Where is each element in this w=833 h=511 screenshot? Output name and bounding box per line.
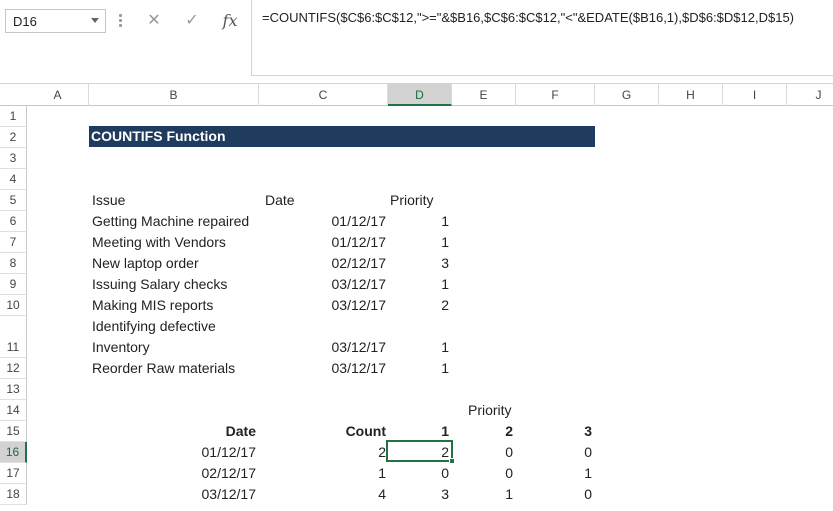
issue-cell-line1[interactable]: Identifying defective [92,316,216,337]
priority-cell[interactable]: 1 [388,211,449,232]
summary-p2-cell[interactable]: 0 [452,442,513,463]
column-header-i[interactable]: I [723,84,787,106]
column-header-d[interactable]: D [388,84,452,106]
priority-cell[interactable]: 1 [388,232,449,253]
chevron-down-icon[interactable] [91,18,99,23]
issue-cell[interactable]: Issuing Salary checks [92,274,227,295]
summary-p1-cell[interactable]: 0 [388,463,449,484]
date-cell[interactable]: 03/12/17 [259,337,387,358]
row-header-11[interactable]: 11 [0,316,27,358]
issue-cell[interactable]: New laptop order [92,253,199,274]
column-header-e[interactable]: E [452,84,516,106]
priority-cell[interactable]: 2 [388,295,449,316]
formula-buttons: ✕ ✓ fx [138,9,248,33]
drag-handle-icon[interactable] [116,12,124,30]
date-cell[interactable]: 03/12/17 [259,358,387,379]
summary-count-cell[interactable]: 2 [259,442,386,463]
column-header-a[interactable]: A [27,84,89,106]
date-cell[interactable]: 03/12/17 [259,274,387,295]
summary-date-header[interactable]: Date [89,421,256,442]
priority-cell[interactable]: 3 [388,253,449,274]
summary-count-header[interactable]: Count [259,421,386,442]
summary-count-cell[interactable]: 1 [259,463,386,484]
formula-toolbar: D16 ✕ ✓ fx =COUNTIFS($C$6:$C$12,">="&$B1… [0,0,833,84]
summary-p1-cell[interactable]: 3 [388,484,449,505]
header-issue[interactable]: Issue [92,190,125,211]
row-header-1[interactable]: 1 [0,106,27,127]
name-box-value: D16 [13,14,37,29]
summary-p2-header[interactable]: 2 [452,421,513,442]
date-cell[interactable]: 03/12/17 [259,295,387,316]
summary-date-cell[interactable]: 01/12/17 [89,442,257,463]
name-box[interactable]: D16 [5,9,106,33]
row-header-3[interactable]: 3 [0,148,27,169]
date-cell[interactable]: 01/12/17 [259,211,387,232]
header-date[interactable]: Date [265,190,295,211]
summary-p2-cell[interactable]: 0 [452,463,513,484]
row-header-6[interactable]: 6 [0,211,27,232]
column-headers: A B C D E F G H I J [0,84,833,106]
date-cell[interactable]: 02/12/17 [259,253,387,274]
fill-handle[interactable] [449,458,455,464]
row-header-9[interactable]: 9 [0,274,27,295]
row-header-13[interactable]: 13 [0,379,27,400]
summary-p3-cell[interactable]: 0 [516,484,592,505]
row-header-8[interactable]: 8 [0,253,27,274]
column-header-f[interactable]: F [516,84,595,106]
cancel-icon[interactable]: ✕ [140,9,168,33]
issue-cell[interactable]: Making MIS reports [92,295,213,316]
column-header-b[interactable]: B [89,84,259,106]
row-header-17[interactable]: 17 [0,463,27,484]
summary-p3-header[interactable]: 3 [516,421,592,442]
summary-p1-header[interactable]: 1 [388,421,449,442]
priority-cell[interactable]: 1 [388,358,449,379]
row-header-7[interactable]: 7 [0,232,27,253]
summary-priority-header[interactable]: Priority [468,400,512,421]
date-cell[interactable]: 01/12/17 [259,232,387,253]
row-header-15[interactable]: 15 [0,421,27,442]
column-header-j[interactable]: J [787,84,833,106]
column-header-h[interactable]: H [659,84,723,106]
column-header-g[interactable]: G [595,84,659,106]
row-header-2[interactable]: 2 [0,127,27,148]
issue-cell[interactable]: Reorder Raw materials [92,358,235,379]
summary-p3-cell[interactable]: 0 [516,442,592,463]
row-header-5[interactable]: 5 [0,190,27,211]
header-priority[interactable]: Priority [390,190,434,211]
insert-function-icon[interactable]: fx [216,9,244,33]
issue-cell[interactable]: Meeting with Vendors [92,232,226,253]
column-header-c[interactable]: C [259,84,388,106]
active-cell-selection[interactable] [386,440,455,464]
row-header-4[interactable]: 4 [0,169,27,190]
row-header-12[interactable]: 12 [0,358,27,379]
summary-date-cell[interactable]: 02/12/17 [89,463,257,484]
row-header-18[interactable]: 18 [0,484,27,505]
row-header-14[interactable]: 14 [0,400,27,421]
summary-count-cell[interactable]: 4 [259,484,386,505]
issue-cell[interactable]: Getting Machine repaired [92,211,249,232]
row-header-10[interactable]: 10 [0,295,27,316]
priority-cell[interactable]: 1 [388,274,449,295]
row-header-16[interactable]: 16 [0,442,27,463]
enter-icon[interactable]: ✓ [178,9,206,33]
summary-date-cell[interactable]: 03/12/17 [89,484,257,505]
sheet-title[interactable]: COUNTIFS Function [89,126,595,147]
priority-cell[interactable]: 1 [388,337,449,358]
summary-p2-cell[interactable]: 1 [452,484,513,505]
issue-cell[interactable]: Inventory [92,337,150,358]
formula-input[interactable]: =COUNTIFS($C$6:$C$12,">="&$B16,$C$6:$C$1… [251,0,833,76]
summary-p3-cell[interactable]: 1 [516,463,592,484]
